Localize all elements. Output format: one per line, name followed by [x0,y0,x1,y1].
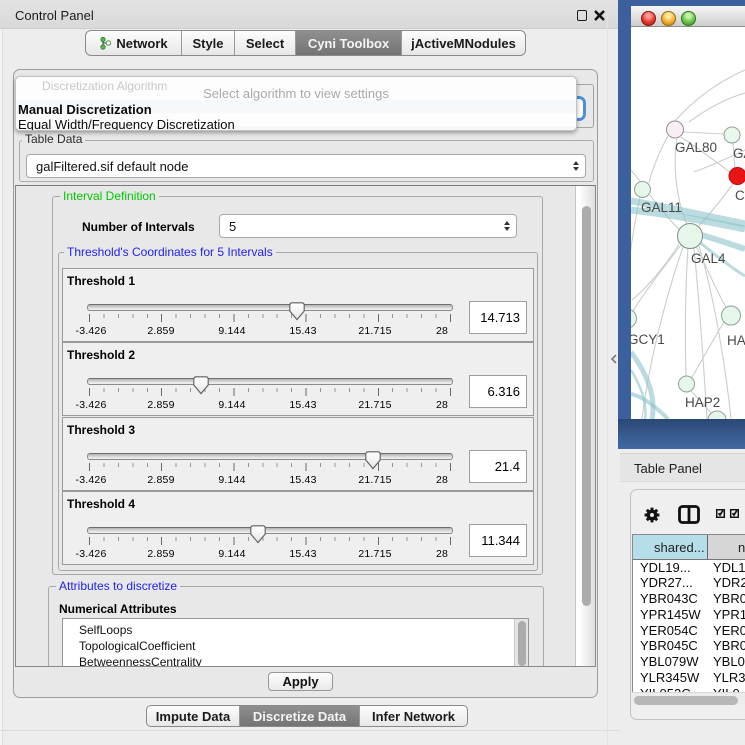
svg-text:HA: HA [727,333,745,348]
svg-text:GAL4: GAL4 [691,251,726,266]
svg-text:GCY1: GCY1 [631,332,665,347]
svg-text:GAL80: GAL80 [675,140,717,155]
svg-text:HAP2: HAP2 [685,395,720,410]
svg-text:CD: CD [735,188,745,203]
svg-text:GA: GA [733,146,745,161]
svg-text:GAL11: GAL11 [641,200,682,215]
